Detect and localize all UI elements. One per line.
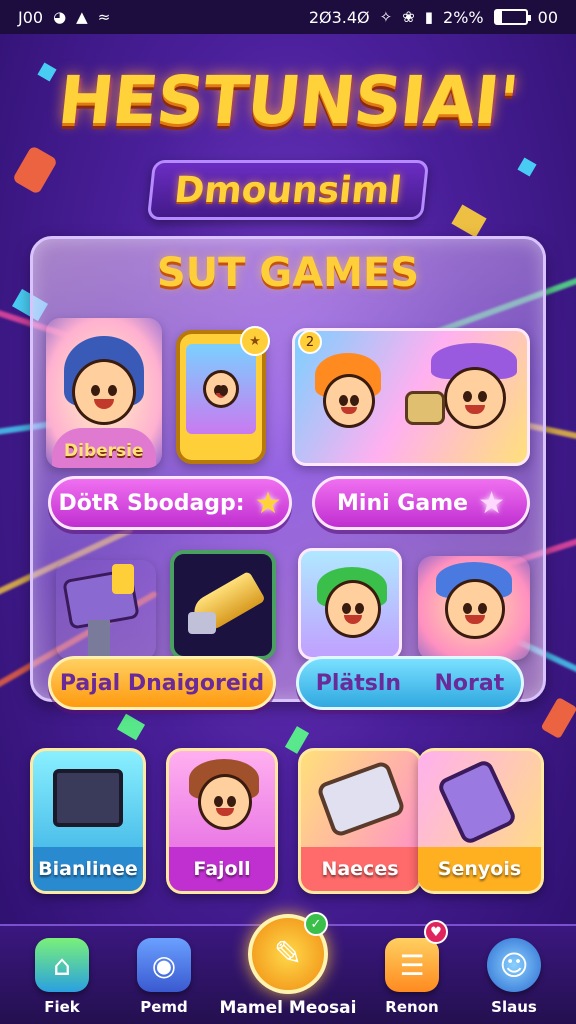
- split-left-label: Plätsln: [315, 670, 402, 696]
- split-blue-button[interactable]: Plätsln Norat: [296, 656, 524, 710]
- bottom-card-3[interactable]: Naeces: [298, 748, 422, 894]
- home-icon: ⌂: [35, 938, 89, 992]
- green-hair-character-card[interactable]: [298, 548, 402, 660]
- notification-badge-icon: ♥: [424, 920, 448, 944]
- status-bar: J00 ◕ ▲ ≈ 2Ø3.4Ø ✧ ❀ ▮ 2%% 00: [0, 0, 576, 34]
- wifi-icon: ≈: [97, 8, 111, 26]
- game-title: HESTUNSIAI': [54, 62, 522, 139]
- panel-title: SUT GAMES: [156, 250, 420, 296]
- bottom-card-3-label: Naeces: [301, 847, 419, 891]
- coin-icon: ★: [240, 326, 270, 356]
- status-time-left: J00: [18, 7, 44, 27]
- bottom-card-4[interactable]: Senyois: [418, 748, 544, 894]
- status-time-right: 2Ø3.4Ø: [308, 7, 370, 27]
- bottom-card-1[interactable]: Bianlinee: [30, 748, 146, 894]
- wide-orange-button[interactable]: Pajal Dnaigoreid: [48, 656, 276, 710]
- bottom-card-2[interactable]: Fajoll: [166, 748, 278, 894]
- nav-label-profile: Slaus: [491, 998, 537, 1016]
- vibrate-icon: ❀: [402, 8, 415, 26]
- nav-label-home: Fiek: [44, 998, 80, 1016]
- warning-icon: ▲: [76, 8, 88, 26]
- battery-percent: 2%%: [443, 7, 484, 27]
- level-badge-icon: 2: [298, 330, 322, 354]
- bottom-nav: ⌂ Fiek ◉ Pemd ✎ ✓ Mamel Meosai ☰ Renon ♥…: [0, 912, 576, 1024]
- arcade-machine-card[interactable]: [56, 560, 156, 660]
- game-subtitle: Dmounsiml: [172, 169, 404, 211]
- list-icon: ☰: [385, 938, 439, 992]
- bottom-card-1-label: Bianlinee: [33, 847, 143, 891]
- mini-game-label: Mini Game: [337, 490, 469, 516]
- adventure-game-card[interactable]: [292, 328, 530, 466]
- app-notification-icon: ◕: [53, 8, 67, 26]
- cap-character-card[interactable]: [418, 556, 530, 660]
- daily-shop-button[interactable]: DötR Sbodagp: ★: [48, 476, 292, 530]
- battery-icon: [493, 9, 531, 25]
- star-icon: ★: [254, 485, 282, 521]
- nav-item-list[interactable]: ☰ Renon: [362, 938, 462, 1016]
- split-right-label: Norat: [434, 670, 505, 696]
- wide-orange-label: Pajal Dnaigoreid: [59, 670, 265, 696]
- bottom-card-2-label: Fajoll: [169, 847, 275, 891]
- subtitle-banner: Dmounsiml: [146, 160, 430, 220]
- raygun-card[interactable]: [170, 550, 276, 660]
- mini-game-button[interactable]: Mini Game ★: [312, 476, 530, 530]
- nav-label-list: Renon: [385, 998, 439, 1016]
- nav-item-profile[interactable]: ☺ Slaus: [464, 938, 564, 1016]
- nav-item-home[interactable]: ⌂ Fiek: [12, 938, 112, 1016]
- signal-icon: ▮: [424, 8, 434, 26]
- camera-icon: ◉: [137, 938, 191, 992]
- center-badge-icon: ✓: [304, 912, 328, 936]
- star-icon: ★: [478, 485, 505, 521]
- battery-tail: 00: [537, 7, 558, 27]
- daily-shop-label: DötR Sbodagp:: [58, 490, 245, 516]
- nav-label-center: Mamel Meosai: [219, 998, 357, 1018]
- bottom-card-4-label: Senyois: [418, 847, 541, 891]
- bluetooth-icon: ✧: [379, 8, 393, 26]
- character-label: Dibersie: [64, 441, 144, 461]
- profile-icon: ☺: [487, 938, 541, 992]
